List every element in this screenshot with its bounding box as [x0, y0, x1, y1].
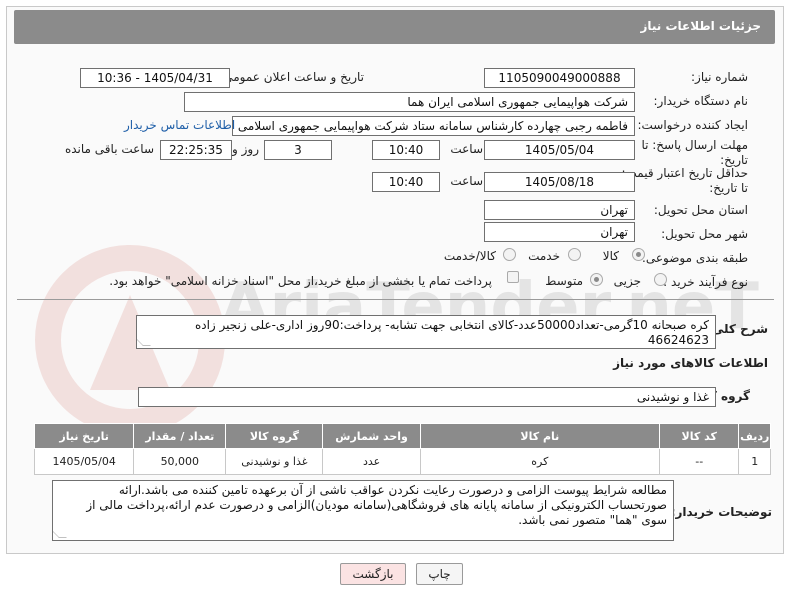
city-field: تهران — [484, 222, 635, 242]
price-validity-label-2: تا تاریخ: — [709, 181, 748, 195]
process-radio-minor[interactable] — [654, 273, 667, 286]
back-button[interactable]: بازگشت — [340, 563, 406, 585]
buyer-notes-textarea: مطالعه شرایط پیوست الزامی و درصورت رعایت… — [52, 480, 674, 541]
need-number-field: 1105090049000888 — [484, 68, 635, 88]
reply-time-label: ساعت — [450, 142, 483, 156]
page-header: جزئیات اطلاعات نیاز — [14, 10, 775, 44]
treasury-payment-note: پرداخت تمام یا بخشی از مبلغ خرید،از محل … — [109, 274, 492, 288]
price-validity-time-field: 10:40 — [372, 172, 440, 192]
category-goods-service-label: کالا/خدمت — [443, 249, 496, 263]
requester-field: فاطمه رجبی چهارده کارشناس سامانه ستاد شر… — [232, 116, 635, 136]
print-button[interactable]: چاپ — [416, 563, 463, 585]
price-validity-label: حداقل تاریخ اعتبار قیمت: — [621, 166, 748, 180]
table-header-row: ردیف کد کالا نام کالا واحد شمارش گروه کا… — [33, 423, 771, 449]
buyer-org-label: نام دستگاه خریدار: — [653, 94, 749, 108]
col-code-header: کد کالا — [658, 423, 740, 449]
cell-date: 1405/05/04 — [33, 448, 135, 475]
cell-qty: 50,000 — [133, 448, 227, 475]
treasury-payment-checkbox[interactable] — [507, 271, 519, 283]
buyer-org-field: شرکت هواپیمایی جمهوری اسلامی ایران هما — [184, 92, 635, 112]
cell-name: کره — [419, 448, 661, 475]
need-number-label: شماره نیاز: — [691, 70, 748, 84]
table-row: 1 -- کره عدد غذا و نوشیدنی 50,000 1405/0… — [33, 448, 771, 475]
goods-section-title: اطلاعات کالاهای مورد نیاز — [613, 356, 768, 370]
goods-group-field: غذا و نوشیدنی — [138, 387, 716, 407]
buyer-notes-text: مطالعه شرایط پیوست الزامی و درصورت رعایت… — [86, 483, 667, 527]
category-label: طبقه بندی موضوعی: — [641, 251, 748, 265]
category-goods-label: کالا — [602, 249, 619, 263]
days-label: روز و — [232, 142, 259, 156]
cell-unit: عدد — [322, 448, 421, 475]
col-unit-header: واحد شمارش — [322, 423, 421, 449]
col-group-header: گروه کالا — [225, 423, 324, 449]
description-textarea: کره صبحانه 10گرمی-تعداد50000عدد-کالای ان… — [136, 315, 716, 349]
page-title: جزئیات اطلاعات نیاز — [640, 19, 761, 33]
requester-label: ایجاد کننده درخواست: — [637, 118, 748, 132]
resize-handle[interactable] — [53, 530, 67, 538]
cell-row: 1 — [738, 448, 771, 475]
reply-time-field: 10:40 — [372, 140, 440, 160]
cell-code: -- — [658, 448, 740, 475]
resize-handle[interactable] — [137, 338, 151, 346]
announce-date-field: 1405/04/31 - 10:36 — [80, 68, 230, 88]
cell-group: غذا و نوشیدنی — [225, 448, 324, 475]
remaining-time-field: 22:25:35 — [160, 140, 232, 160]
col-qty-header: تعداد / مقدار — [133, 423, 227, 449]
process-medium-label: متوسط — [545, 274, 583, 288]
reply-date-field: 1405/05/04 — [484, 140, 635, 160]
price-validity-time-label: ساعت — [450, 174, 483, 188]
price-validity-date-field: 1405/08/18 — [484, 172, 635, 192]
reply-deadline-label: مهلت ارسال پاسخ: تا — [641, 138, 748, 152]
col-row-header: ردیف — [738, 423, 771, 449]
buyer-contact-link[interactable]: اطلاعات تماس خریدار — [124, 118, 235, 132]
buyer-notes-label: توضیحات خریدار: — [670, 505, 772, 519]
description-text: کره صبحانه 10گرمی-تعداد50000عدد-کالای ان… — [194, 318, 709, 347]
reply-deadline-label-2: تاریخ: — [720, 153, 748, 167]
items-table: ردیف کد کالا نام کالا واحد شمارش گروه کا… — [33, 423, 771, 475]
process-label: نوع فرآیند خرید : — [663, 275, 748, 289]
category-radio-service[interactable] — [568, 248, 581, 261]
remaining-time-label: ساعت باقی مانده — [64, 142, 154, 156]
category-service-label: خدمت — [528, 249, 560, 263]
city-label: شهر محل تحویل: — [661, 227, 748, 241]
col-name-header: نام کالا — [419, 423, 661, 449]
category-radio-goods-service[interactable] — [503, 248, 516, 261]
province-label: استان محل تحویل: — [653, 203, 748, 217]
category-radio-goods[interactable] — [632, 248, 645, 261]
announce-date-label: تاریخ و ساعت اعلان عمومی: — [219, 70, 364, 84]
process-radio-medium[interactable] — [590, 273, 603, 286]
province-field: تهران — [484, 200, 635, 220]
col-date-header: تاریخ نیاز — [33, 423, 135, 449]
remaining-days-field: 3 — [264, 140, 332, 160]
process-minor-label: جزیی — [613, 274, 641, 288]
